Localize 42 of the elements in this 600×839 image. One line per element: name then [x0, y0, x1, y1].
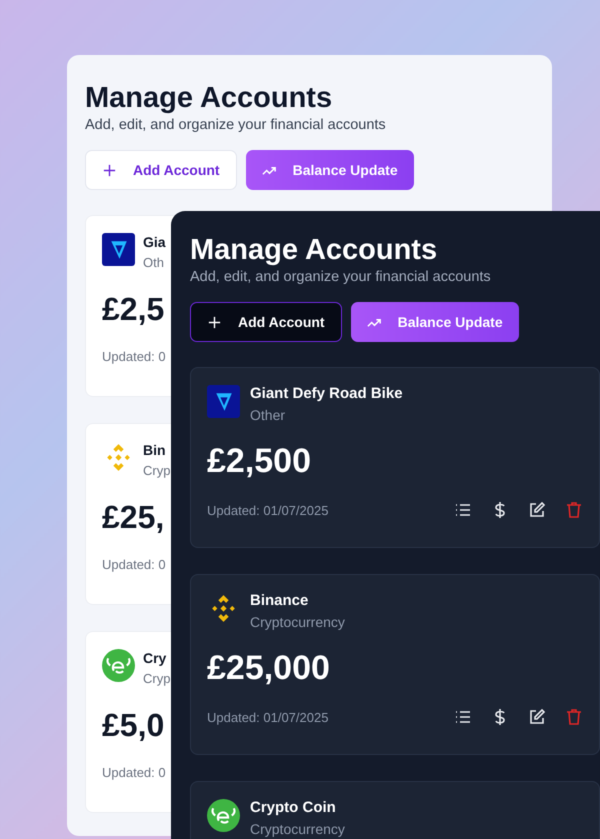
page-subtitle: Add, edit, and organize your financial accounts	[85, 117, 387, 133]
account-balance: £2,5	[102, 290, 164, 329]
plus-icon	[102, 162, 117, 178]
updated-date: Updated: 0	[102, 557, 166, 572]
triangle-logo-icon	[102, 233, 135, 266]
list-icon[interactable]	[454, 708, 472, 726]
edit-icon[interactable]	[528, 708, 546, 726]
add-account-button[interactable]: Add Account	[85, 150, 237, 190]
account-type: Cryptocurrency	[250, 820, 345, 839]
account-balance: £25,000	[207, 648, 330, 688]
triangle-logo-icon	[207, 385, 240, 418]
account-name: Cry	[143, 649, 166, 667]
add-account-button[interactable]: Add Account	[190, 302, 342, 342]
account-type: Oth	[143, 254, 164, 272]
plus-icon	[207, 314, 222, 330]
account-type: Cryp	[143, 670, 170, 688]
updated-date: Updated: 01/07/2025	[207, 710, 328, 724]
balance-update-button[interactable]: Balance Update	[246, 150, 414, 190]
updated-date: Updated: 01/07/2025	[207, 502, 328, 518]
coin-logo-icon	[102, 649, 135, 682]
account-balance: £5,0	[102, 706, 164, 745]
updated-date: Updated: 0	[102, 765, 166, 780]
account-name: Binance	[250, 592, 308, 610]
delete-icon[interactable]	[565, 501, 583, 519]
delete-icon[interactable]	[565, 708, 583, 726]
account-type: Cryp	[143, 462, 170, 480]
account-balance: £25,	[102, 498, 164, 537]
balance-update-button[interactable]: Balance Update	[350, 302, 519, 342]
account-type: Cryptocurrency	[250, 613, 345, 632]
page-title: Manage Accounts	[85, 81, 334, 115]
account-type: Other	[250, 406, 286, 425]
account-name: Gia	[143, 233, 166, 251]
page-title: Manage Accounts	[190, 233, 438, 267]
edit-icon[interactable]	[528, 501, 546, 519]
account-name: Giant Defy Road Bike	[250, 385, 403, 403]
page-subtitle: Add, edit, and organize your financial accounts	[190, 269, 492, 285]
account-name: Crypto Coin	[250, 799, 336, 817]
account-balance: £2,500	[207, 441, 311, 481]
updated-date: Updated: 0	[102, 349, 166, 364]
list-icon[interactable]	[454, 501, 472, 519]
coin-logo-icon	[207, 799, 240, 832]
account-name: Bin	[143, 441, 166, 459]
